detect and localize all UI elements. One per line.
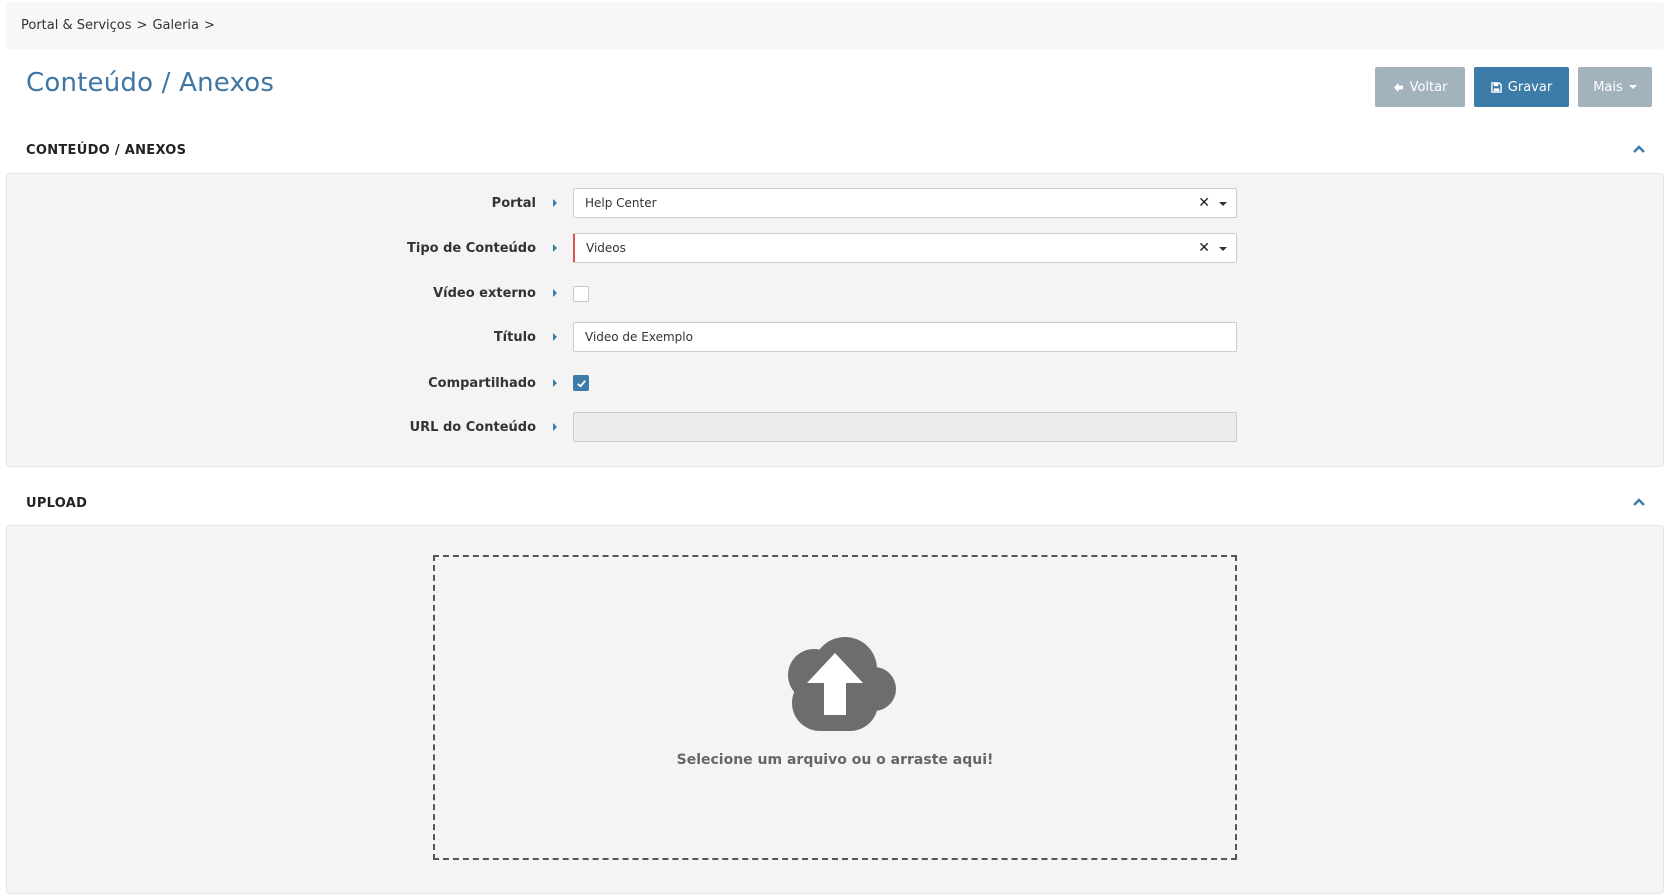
caret-down-icon[interactable]: [1219, 202, 1227, 206]
caret-right-icon: [553, 289, 557, 297]
more-button-label: Mais: [1593, 79, 1623, 95]
upload-dropzone[interactable]: Selecione um arquivo ou o arraste aqui!: [433, 555, 1237, 860]
portal-label: Portal: [491, 195, 536, 211]
cloud-upload-icon: [788, 637, 896, 731]
caret-down-icon: [1628, 85, 1637, 89]
breadcrumb-separator: >: [136, 18, 148, 33]
upload-panel: Selecione um arquivo ou o arraste aqui!: [6, 525, 1664, 894]
caret-down-icon[interactable]: [1219, 247, 1227, 251]
form-row-title: Título: [7, 322, 1663, 352]
form-row-external-video: Vídeo externo: [7, 278, 1663, 308]
dropzone-text: Selecione um arquivo ou o arraste aqui!: [676, 752, 994, 768]
shared-label: Compartilhado: [428, 375, 536, 391]
content-url-label: URL do Conteúdo: [409, 419, 536, 435]
content-type-select[interactable]: Videos ✕: [573, 233, 1237, 263]
title-input[interactable]: [573, 322, 1237, 352]
breadcrumb-item-galeria[interactable]: Galeria: [152, 18, 199, 33]
content-url-input: [573, 412, 1237, 442]
section-header-content: CONTEÚDO / ANEXOS: [26, 143, 187, 158]
chevron-up-icon[interactable]: [1632, 142, 1646, 156]
form-row-content-type: Tipo de Conteúdo Videos ✕: [7, 233, 1663, 263]
shared-checkbox[interactable]: [573, 375, 589, 391]
form-row-shared: Compartilhado: [7, 368, 1663, 398]
portal-select[interactable]: Help Center ✕: [573, 188, 1237, 218]
form-row-portal: Portal Help Center ✕: [7, 188, 1663, 218]
title-label: Título: [493, 329, 536, 345]
caret-right-icon: [553, 199, 557, 207]
action-toolbar: Voltar Gravar Mais: [1375, 67, 1652, 107]
section-header-upload: UPLOAD: [26, 496, 88, 511]
save-button[interactable]: Gravar: [1474, 67, 1569, 107]
breadcrumb-item-portal-servicos[interactable]: Portal & Serviços: [21, 18, 132, 33]
arrow-left-icon: [1393, 82, 1403, 92]
save-button-label: Gravar: [1507, 79, 1553, 95]
content-type-select-value: Videos: [586, 241, 626, 255]
chevron-up-icon[interactable]: [1632, 495, 1646, 509]
times-icon[interactable]: ✕: [1198, 240, 1210, 256]
form-row-content-url: URL do Conteúdo: [7, 412, 1663, 442]
back-button[interactable]: Voltar: [1375, 67, 1465, 107]
back-button-label: Voltar: [1409, 79, 1448, 95]
caret-right-icon: [553, 423, 557, 431]
checkmark-icon: [576, 379, 586, 388]
external-video-label: Vídeo externo: [433, 285, 536, 301]
caret-right-icon: [553, 379, 557, 387]
page-title: Conteúdo / Anexos: [26, 68, 275, 98]
floppy-disk-icon: [1491, 81, 1502, 93]
caret-right-icon: [553, 244, 557, 252]
breadcrumb-separator: >: [204, 18, 215, 33]
breadcrumb: Portal & Serviços > Galeria >: [6, 2, 1664, 49]
more-button[interactable]: Mais: [1578, 67, 1652, 107]
caret-right-icon: [553, 333, 557, 341]
content-type-label: Tipo de Conteúdo: [407, 240, 536, 256]
external-video-checkbox[interactable]: [573, 286, 589, 302]
content-panel: Portal Help Center ✕ Tipo de Conteúdo Vi…: [6, 173, 1664, 467]
portal-select-value: Help Center: [585, 196, 657, 210]
times-icon[interactable]: ✕: [1198, 195, 1210, 211]
